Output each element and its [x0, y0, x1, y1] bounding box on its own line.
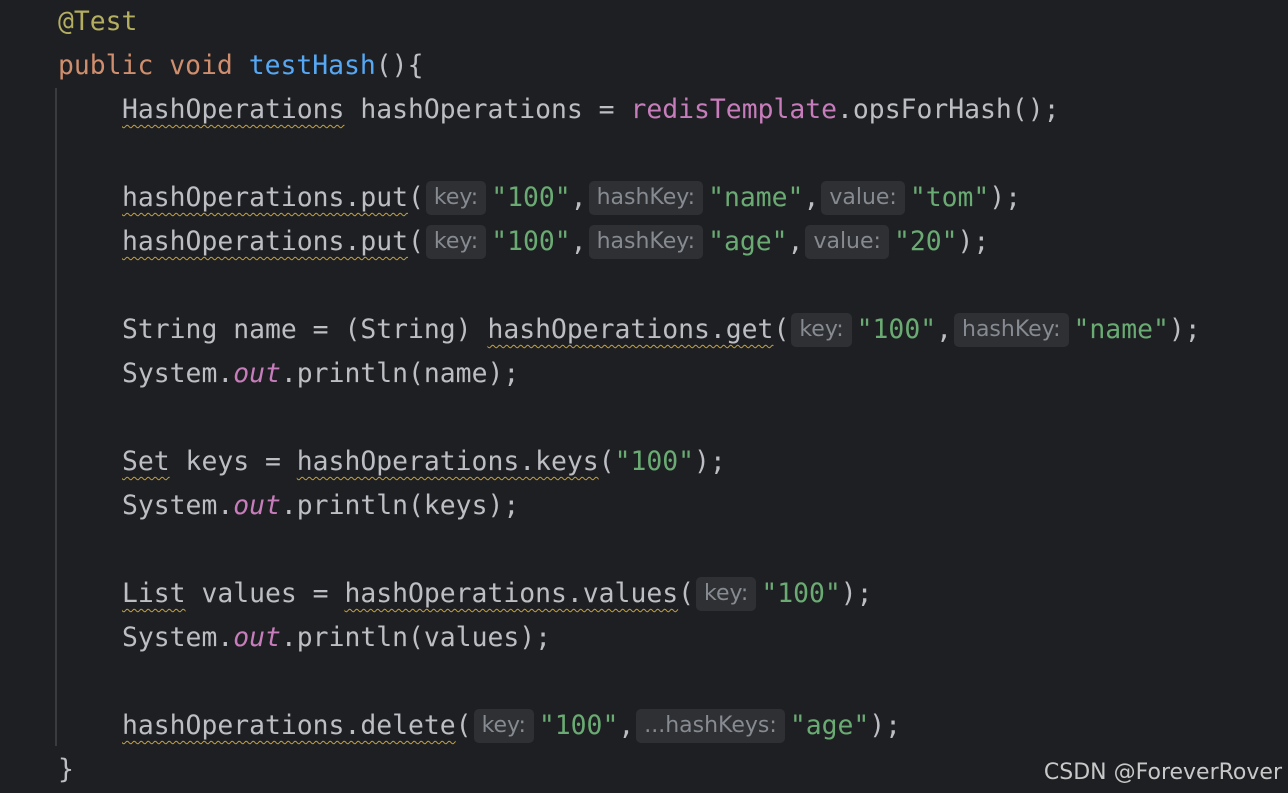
type-set: Set	[122, 446, 170, 477]
keyword-public: public	[58, 50, 154, 81]
call-opsforhash: .opsForHash();	[837, 94, 1060, 125]
code-line-5: System.out.println(name);	[122, 352, 519, 396]
call-println: .println(values);	[280, 622, 552, 653]
param-hint-hashkey: hashKey:	[588, 181, 704, 215]
code-editor[interactable]: @Test public void testHash(){ HashOperat…	[0, 0, 1288, 793]
string-arg: "name"	[1073, 314, 1169, 345]
param-hint-key: key:	[425, 225, 487, 259]
string-arg: "age"	[708, 226, 788, 257]
code-line-8: List values = hashOperations.values(key:…	[122, 572, 873, 616]
method-name: testHash	[248, 50, 376, 81]
param-hint-value: value:	[805, 225, 889, 259]
param-hint-key: key:	[473, 709, 534, 743]
code-line-annotation: @Test	[58, 0, 137, 44]
code-line-method-signature: public void testHash(){	[58, 44, 423, 88]
open-paren: (	[678, 578, 695, 609]
comma: ,	[570, 226, 587, 257]
string-arg: "100"	[614, 446, 695, 477]
string-arg: "100"	[538, 710, 619, 741]
code-line-close: }	[58, 748, 74, 792]
comma: ,	[570, 182, 587, 213]
code-line-2: hashOperations.put(key: "100", hashKey: "na…	[122, 176, 1021, 220]
system-ref: System.	[122, 622, 234, 653]
statement-end: );	[1168, 314, 1201, 345]
statement-end: );	[869, 710, 902, 741]
statement-end: );	[840, 578, 873, 609]
call-put: hashOperations.put	[122, 226, 408, 257]
call-values: hashOperations.values	[344, 578, 679, 609]
static-field-out: out	[233, 490, 281, 521]
variable-hashoperations: hashOperations	[360, 94, 583, 125]
param-hint-key: key:	[425, 181, 487, 215]
string-arg: "tom"	[909, 182, 990, 213]
keyword-void: void	[169, 50, 233, 81]
annotation-test: @Test	[58, 6, 138, 37]
call-get: hashOperations.get	[487, 314, 774, 345]
declaration-name: String name = (String)	[122, 314, 488, 345]
declaration-keys: keys =	[169, 446, 297, 477]
string-arg: "20"	[893, 226, 958, 257]
code-line-9: System.out.println(values);	[122, 616, 551, 660]
comma: ,	[936, 314, 952, 345]
indent-guide	[55, 88, 57, 746]
param-hint-value: value:	[821, 181, 905, 215]
code-line-7: System.out.println(keys);	[122, 484, 519, 528]
string-arg: "100"	[856, 314, 937, 345]
statement-end: );	[957, 226, 990, 257]
open-paren: (	[408, 226, 424, 257]
string-arg: "age"	[789, 710, 870, 741]
param-hint-key: key:	[696, 577, 757, 611]
param-hint-hashkey: hashKey:	[588, 225, 704, 259]
call-delete: hashOperations.delete	[122, 710, 456, 741]
string-arg: "name"	[708, 182, 804, 213]
param-hint-hashkeys: ...hashKeys:	[636, 709, 785, 743]
comma: ,	[803, 182, 820, 213]
comma: ,	[787, 226, 804, 257]
code-line-4: String name = (String) hashOperations.ge…	[122, 308, 1201, 352]
call-println: .println(keys);	[280, 490, 520, 521]
statement-end: );	[694, 446, 726, 477]
param-hint-key: key:	[791, 313, 852, 347]
call-put: hashOperations.put	[122, 182, 408, 213]
type-list: List	[122, 578, 186, 609]
declaration-values: values =	[185, 578, 345, 609]
system-ref: System.	[122, 358, 234, 389]
watermark: CSDN @ForeverRover	[1043, 760, 1282, 785]
param-hint-hashkey: hashKey:	[954, 313, 1069, 347]
open-paren: (	[773, 314, 790, 345]
open-paren: (	[455, 710, 472, 741]
closing-brace: }	[58, 754, 74, 785]
system-ref: System.	[122, 490, 234, 521]
string-arg: "100"	[491, 182, 571, 213]
type-hashoperations: HashOperations	[122, 94, 345, 125]
open-paren: (	[408, 182, 424, 213]
code-line-6: Set keys = hashOperations.keys("100");	[122, 440, 726, 484]
comma: ,	[618, 710, 635, 741]
string-arg: "100"	[761, 578, 841, 609]
open-paren: (	[598, 446, 615, 477]
code-line-10: hashOperations.delete(key: "100", ...hashK…	[122, 704, 901, 748]
call-keys: hashOperations.keys	[296, 446, 599, 477]
method-parens: (){	[375, 50, 424, 81]
statement-end: );	[989, 182, 1022, 213]
string-arg: "100"	[491, 226, 571, 257]
code-line-1: HashOperations hashOperations = redisTem…	[122, 88, 1059, 132]
code-line-3: hashOperations.put(key: "100", hashKey: "ag…	[122, 220, 989, 264]
static-field-out: out	[233, 358, 281, 389]
static-field-out: out	[233, 622, 281, 653]
call-println: .println(name);	[280, 358, 520, 389]
assign-op: =	[582, 94, 631, 125]
field-redistemplate: redisTemplate	[630, 94, 838, 125]
